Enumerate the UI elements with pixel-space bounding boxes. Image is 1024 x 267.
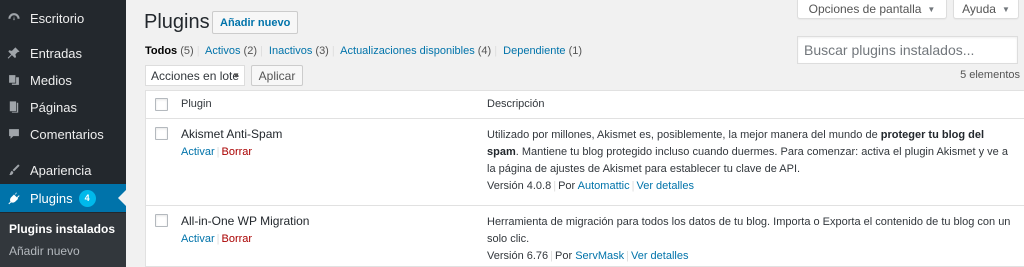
description-text: . Mantiene tu blog protegido incluso cua… [487,146,1008,175]
filter-active[interactable]: Activos [205,45,240,57]
sidebar-item-label: Medios [30,72,72,88]
sidebar-item-label: Entradas [30,45,83,61]
search-plugins-input[interactable] [797,36,1018,64]
page-icon [7,100,21,114]
filter-count: (2) [243,45,257,57]
row-checkbox[interactable] [155,127,168,140]
plugin-icon [7,191,21,205]
description-text: Utilizado por millones, Akismet es, posi… [487,129,881,141]
plugin-name: Akismet Anti-Spam [181,127,283,141]
action-separator: | [216,233,220,245]
filter-count: (4) [477,45,492,57]
media-icon [7,73,21,87]
column-header-plugin[interactable]: Plugin [181,98,212,110]
author-link[interactable]: ServMask [575,250,624,262]
sidebar-item-label: Plugins [30,190,73,206]
action-separator: | [216,146,220,158]
filter-count: (3) [315,45,329,57]
sidebar-item-label: Comentarios [30,126,104,142]
sidebar-item-apariencia[interactable]: Apariencia [0,156,126,184]
filter-count: (5) [180,45,194,57]
plugins-submenu: Plugins instalados Añadir nuevo [0,213,126,267]
sidebar-item-label: Escritorio [30,10,85,26]
admin-sidebar: Escritorio Entradas Medios Páginas Comen… [0,0,126,267]
sidebar-item-plugins[interactable]: Plugins 4 [0,184,126,212]
comment-icon [7,127,21,141]
caret-down-icon: ▼ [927,4,936,14]
filter-label: Dependiente [503,45,566,57]
items-count: 5 elementos [960,69,1020,81]
meta-separator: | [550,250,554,262]
delete-link[interactable]: Borrar [221,146,252,158]
plugins-table: Plugin Descripción Akismet Anti-Spam Act… [145,90,1024,267]
filter-updates-available[interactable]: Actualizaciones disponibles [340,45,475,57]
select-all-checkbox[interactable] [155,98,168,111]
meta-separator: | [631,180,635,192]
paintbrush-icon [7,163,21,177]
plugin-version: Versión 6.76 [487,250,549,262]
table-header: Plugin Descripción [146,91,1024,119]
by-label: Por [558,180,576,192]
update-count-badge: 4 [78,189,96,207]
row-actions: Activar | Borrar [181,233,252,245]
meta-separator: | [626,250,629,262]
view-details-link[interactable]: Ver detalles [631,250,688,262]
help-button[interactable]: Ayuda ▼ [953,0,1019,19]
submenu-item-add-new[interactable]: Añadir nuevo [9,244,80,258]
filter-label: Inactivos [268,45,313,57]
bulk-actions-value: Acciones en lote [151,68,240,83]
filter-all[interactable]: Todos (5) [145,45,194,57]
filter-label: Activos [205,45,241,57]
sidebar-item-comentarios[interactable]: Comentarios [0,120,126,148]
delete-link[interactable]: Borrar [221,233,252,245]
filter-inactive[interactable]: Inactivos [269,45,312,57]
apply-button[interactable]: Aplicar [251,65,303,86]
view-details-link[interactable]: Ver detalles [636,180,693,192]
chevron-down-icon: ▼ [232,71,240,80]
sidebar-item-paginas[interactable]: Páginas [0,93,126,121]
screen-options-button[interactable]: Opciones de pantalla ▼ [797,0,947,19]
author-link[interactable]: Automattic [578,180,630,192]
plugin-description: Utilizado por millones, Akismet es, posi… [487,127,1017,178]
table-row: Akismet Anti-Spam Activar | Borrar Utiliza… [146,119,1024,206]
filter-separator: | [196,45,200,57]
plugin-name: All-in-One WP Migration [181,214,310,228]
filter-separator: | [331,45,335,57]
plugin-version: Versión 4.0.8 [487,180,552,192]
submenu-item-installed-plugins[interactable]: Plugins instalados [9,222,115,236]
plugin-meta: Versión 6.76 | Por ServMask | Ver detalles [487,250,688,262]
meta-separator: | [553,180,557,192]
filter-separator: | [494,45,498,57]
description-text: Herramienta de migración para todos los … [487,216,1011,245]
status-filters: Todos (5) | Activos (2) | Inactivos (3) | A… [145,45,582,57]
screen-options-label: Opciones de pantalla [808,2,922,16]
column-header-description: Descripción [487,98,545,110]
row-actions: Activar | Borrar [181,146,252,158]
filter-label: Todos [145,45,178,57]
sidebar-item-medios[interactable]: Medios [0,66,126,94]
filter-separator: | [260,45,263,57]
by-label: Por [555,250,573,262]
row-checkbox[interactable] [155,214,168,227]
plugin-description: Herramienta de migración para todos los … [487,214,1017,248]
sidebar-item-label: Apariencia [30,162,92,178]
page-title: Plugins [144,11,210,33]
help-label: Ayuda [962,2,996,16]
add-new-button[interactable]: Añadir nuevo [212,11,299,34]
caret-down-icon: ▼ [1001,4,1010,14]
pushpin-icon [7,46,21,60]
sidebar-item-escritorio[interactable]: Escritorio [0,4,126,32]
main-content: Opciones de pantalla ▼ Ayuda ▼ Plugins Aña… [126,0,1024,267]
plugin-meta: Versión 4.0.8 | Por Automattic | Ver detalle… [487,180,694,192]
sidebar-item-entradas[interactable]: Entradas [0,39,126,67]
table-row: All-in-One WP Migration Activar | Borrar H… [146,206,1024,267]
activate-link[interactable]: Activar [181,146,215,158]
sidebar-item-label: Páginas [30,99,77,115]
filter-dependent[interactable]: Dependiente [503,45,565,57]
dashboard-icon [7,11,21,25]
bulk-actions-select[interactable]: Acciones en lote ▼ [145,65,245,86]
filter-count: (1) [568,45,583,57]
activate-link[interactable]: Activar [181,233,215,245]
filter-label: Actualizaciones disponibles [340,45,475,57]
